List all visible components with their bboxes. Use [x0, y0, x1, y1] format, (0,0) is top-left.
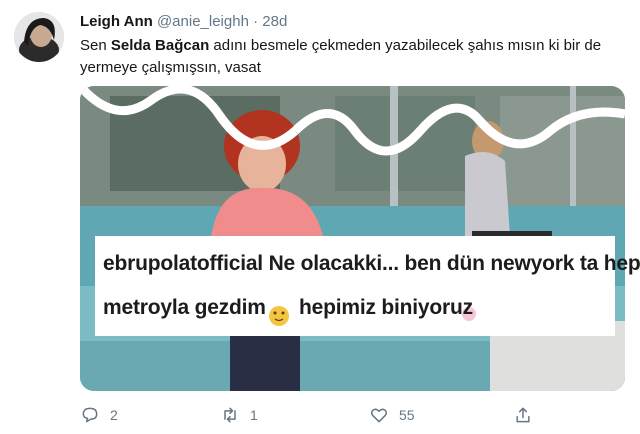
reply-button[interactable]: 2	[80, 405, 118, 425]
reply-icon	[82, 407, 98, 423]
share-button[interactable]	[513, 405, 533, 425]
overlay-caption-line2: metroyla gezdim hepimiz biniyoruz	[103, 296, 473, 320]
retweet-count: 1	[250, 407, 258, 423]
metro-photo	[80, 86, 625, 391]
author-name[interactable]: Leigh Ann	[80, 13, 153, 30]
like-count: 55	[399, 407, 415, 423]
tweet-text-part: Sen	[80, 37, 111, 54]
overlay-caption-text: Ne olacakki... ben dün newyork ta hep	[262, 252, 640, 275]
author-handle[interactable]: @anie_leighh	[157, 13, 249, 30]
heart-icon	[370, 408, 388, 423]
tweet-text-bold: Selda Bağcan	[110, 37, 210, 54]
tweet-timestamp[interactable]: 28d	[262, 13, 287, 30]
avatar[interactable]	[14, 12, 64, 62]
tweet-header: Leigh Ann @anie_leighh · 28d	[80, 12, 287, 32]
tweet-text: Sen Selda Bağcan adını besmele çekmeden …	[80, 35, 625, 79]
like-button[interactable]: 55	[369, 405, 415, 425]
overlay-caption-line1: ebrupolatofficial Ne olacakki... ben dün…	[103, 252, 640, 276]
retweet-icon	[224, 407, 236, 423]
tweet-actions: 2 1 55	[80, 405, 625, 429]
share-icon	[516, 407, 530, 423]
tweet-media-image[interactable]	[80, 86, 625, 391]
tweet[interactable]: Leigh Ann @anie_leighh · 28d Sen Selda B…	[0, 0, 640, 434]
separator: ·	[253, 13, 259, 30]
overlay-caption-text: hepimiz biniyoruz	[293, 296, 473, 319]
overlay-username: ebrupolatofficial	[103, 252, 263, 275]
retweet-button[interactable]: 1	[220, 405, 258, 425]
reply-count: 2	[110, 407, 118, 423]
overlay-caption-text: metroyla gezdim	[103, 296, 272, 319]
